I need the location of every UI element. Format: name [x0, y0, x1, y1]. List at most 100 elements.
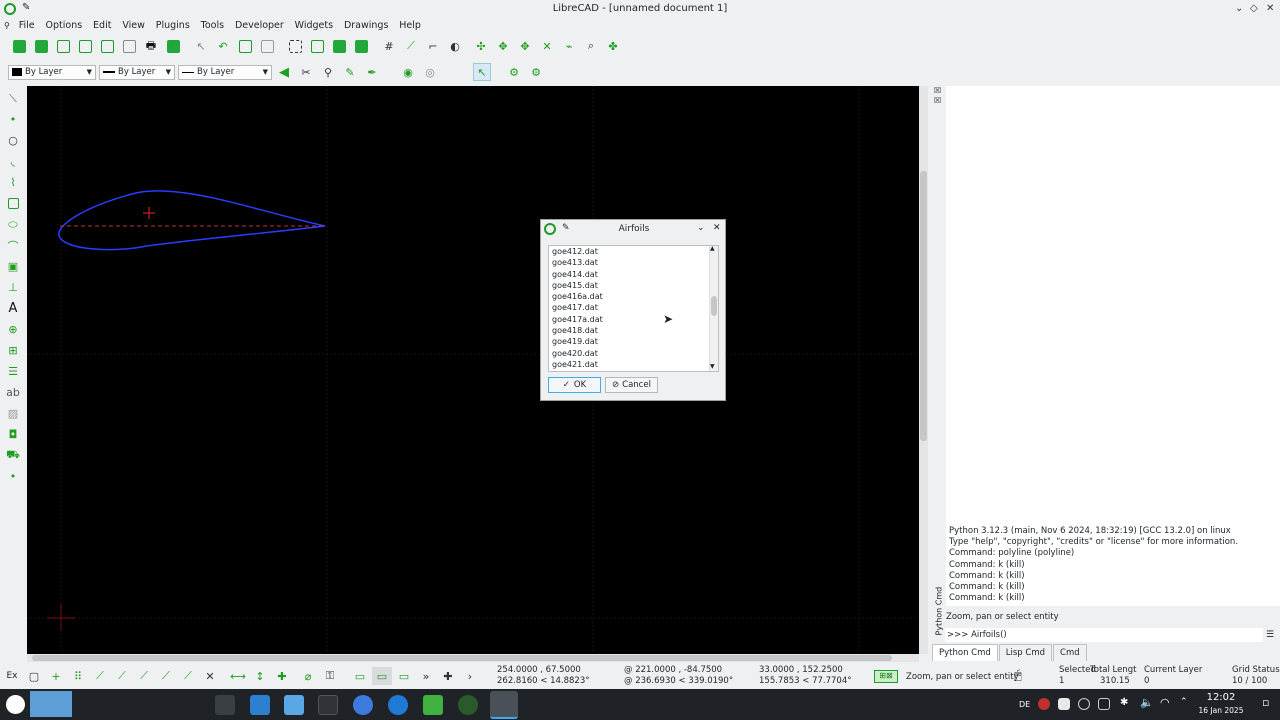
text-tool-icon[interactable]: A	[4, 300, 22, 317]
list-item[interactable]: goe413.dat	[549, 257, 718, 268]
snap-on-entity-icon[interactable]: ⟋	[112, 667, 132, 685]
menu-developer[interactable]: Developer	[231, 18, 288, 33]
dock-close-icon[interactable]: ☒	[934, 86, 941, 95]
tray-notes-icon[interactable]	[1098, 698, 1110, 710]
back-arrow-icon[interactable]: ◀	[275, 63, 293, 81]
app-menu-icon[interactable]: ⚲	[0, 18, 12, 33]
system-settings-icon[interactable]	[215, 695, 235, 715]
inkscape-icon[interactable]	[458, 695, 478, 715]
ok-button[interactable]: ✓ OK	[548, 377, 601, 393]
dialog-collapse-icon[interactable]: ⌄	[697, 223, 705, 233]
grid-icon[interactable]: #	[380, 37, 398, 55]
snap-intersection-icon[interactable]: ✤	[604, 37, 622, 55]
drawing-canvas[interactable]	[27, 86, 919, 654]
snap-grid-icon[interactable]: ✥	[494, 37, 512, 55]
pen-width-select[interactable]: By Layer ▼	[99, 64, 175, 80]
dimension-tool-icon[interactable]: ⊥	[4, 279, 22, 296]
qt-creator-icon[interactable]	[423, 695, 443, 715]
snap-grid-icon[interactable]: ⠿	[68, 667, 88, 685]
bluetooth-icon[interactable]: ✱	[1120, 697, 1128, 708]
settings-gear-icon[interactable]: ⚙	[505, 63, 523, 81]
snap-middle-icon[interactable]: ✕	[538, 37, 556, 55]
block-icon[interactable]	[286, 37, 304, 55]
print-preview-icon[interactable]	[164, 37, 182, 55]
ex-label[interactable]: Ex	[0, 671, 24, 681]
expand-icon[interactable]: ›	[460, 667, 480, 685]
airfoil-profile[interactable]	[58, 190, 326, 251]
cancel-button[interactable]: ⊘ Cancel	[605, 377, 658, 393]
polyline-tool-icon[interactable]: ⌇	[4, 174, 22, 191]
snap-free-icon[interactable]: +	[46, 667, 66, 685]
console-menu-icon[interactable]: ☰	[1266, 630, 1274, 640]
snap-endpoint-icon[interactable]: ✥	[516, 37, 534, 55]
new-template-icon[interactable]	[32, 37, 50, 55]
insert-block-icon[interactable]	[330, 37, 348, 55]
list-item[interactable]: goe417.dat	[549, 302, 718, 313]
undo-icon[interactable]: ↶	[214, 37, 232, 55]
lock-relative-zero-icon[interactable]: ⚿	[320, 667, 340, 685]
snap-free-icon[interactable]: ✣	[472, 37, 490, 55]
spline-tool-icon[interactable]: ⌒	[4, 237, 22, 254]
scroll-down-icon[interactable]: ▼	[710, 363, 715, 370]
start-menu-icon[interactable]	[6, 695, 25, 714]
dock-float-icon[interactable]: ☒	[934, 96, 941, 105]
layer-list-icon[interactable]: ☰	[4, 363, 22, 380]
print-icon[interactable]: 🖶	[142, 37, 160, 55]
snap-center-icon[interactable]: ⌁	[560, 37, 578, 55]
tab-python-cmd[interactable]: Python Cmd	[932, 644, 998, 661]
tray-clipboard-icon[interactable]	[1058, 698, 1070, 710]
measure-tool-icon[interactable]: ⊞	[4, 342, 22, 359]
list-item[interactable]: goe417a.dat	[549, 314, 718, 325]
modify-tool-icon[interactable]: ⊕	[4, 321, 22, 338]
dialog-close-icon[interactable]: ✕	[713, 223, 721, 233]
line-tool-icon[interactable]: ⟍	[4, 90, 22, 107]
tray-app-icon[interactable]	[1038, 698, 1050, 710]
pen-color-select[interactable]: By Layer ▼	[8, 64, 96, 80]
show-desktop-icon[interactable]: ▫	[1262, 696, 1269, 709]
circle-tool-icon[interactable]: ○	[4, 132, 22, 149]
minimize-icon[interactable]: ⌄	[1235, 3, 1243, 14]
scroll-thumb[interactable]	[711, 296, 717, 316]
menu-tools[interactable]: Tools	[197, 18, 228, 33]
vscode-icon[interactable]	[388, 695, 408, 715]
copy-icon[interactable]	[236, 37, 254, 55]
image-tool-icon[interactable]: ▨	[4, 405, 22, 422]
camera-tool-icon[interactable]: ◘	[4, 426, 22, 443]
menu-help[interactable]: Help	[395, 18, 425, 33]
scroll-up-icon[interactable]: ▲	[710, 246, 715, 252]
menu-drawings[interactable]: Drawings	[340, 18, 392, 33]
list-item[interactable]: goe414.dat	[549, 269, 718, 280]
network-icon[interactable]: ◠	[1160, 696, 1170, 709]
menu-edit[interactable]: Edit	[89, 18, 115, 33]
volume-icon[interactable]: 🔈	[1140, 696, 1154, 709]
list-item[interactable]: goe415.dat	[549, 280, 718, 291]
view-options-icon[interactable]: ◎	[421, 63, 439, 81]
clock-date[interactable]: 16 Jan 2025	[1194, 706, 1248, 715]
rectangle-tool-icon[interactable]	[4, 195, 22, 212]
export-icon[interactable]	[120, 37, 138, 55]
airfoil-list[interactable]: goe412.dat goe413.dat goe414.dat goe415.…	[548, 245, 719, 372]
zoom-icon[interactable]: ⌕	[582, 37, 600, 55]
selection-pointer-icon[interactable]: ↖	[473, 63, 491, 81]
grid-toggle-icon[interactable]: ⊞⊠	[874, 670, 898, 683]
block-text-icon[interactable]: ab	[4, 384, 22, 401]
list-scrollbar[interactable]: ▲ ▼	[709, 246, 718, 371]
snap-distance-icon[interactable]: ⟋	[178, 667, 198, 685]
open-file-icon[interactable]	[54, 37, 72, 55]
list-item[interactable]: goe418.dat	[549, 325, 718, 336]
keyboard-layout[interactable]: DE	[1019, 700, 1030, 709]
layer-icon[interactable]	[308, 37, 326, 55]
librecad-task-icon[interactable]	[490, 691, 518, 719]
canvas-vertical-scrollbar[interactable]	[919, 86, 928, 654]
save-as-icon[interactable]	[98, 37, 116, 55]
pen-type-select[interactable]: By Layer ▼	[178, 64, 272, 80]
snap-middle-icon[interactable]: ⟋	[156, 667, 176, 685]
tray-media-icon[interactable]	[1078, 698, 1090, 710]
paste-icon[interactable]	[258, 37, 276, 55]
restrict-orthogonal-icon[interactable]: ✚	[272, 667, 292, 685]
maximize-icon[interactable]: ◇	[1250, 3, 1258, 14]
trim-icon[interactable]: ✂	[297, 63, 315, 81]
terminal-icon[interactable]	[318, 695, 338, 715]
hatch-tool-icon[interactable]: ▣	[4, 258, 22, 275]
menu-plugins[interactable]: Plugins	[152, 18, 194, 33]
